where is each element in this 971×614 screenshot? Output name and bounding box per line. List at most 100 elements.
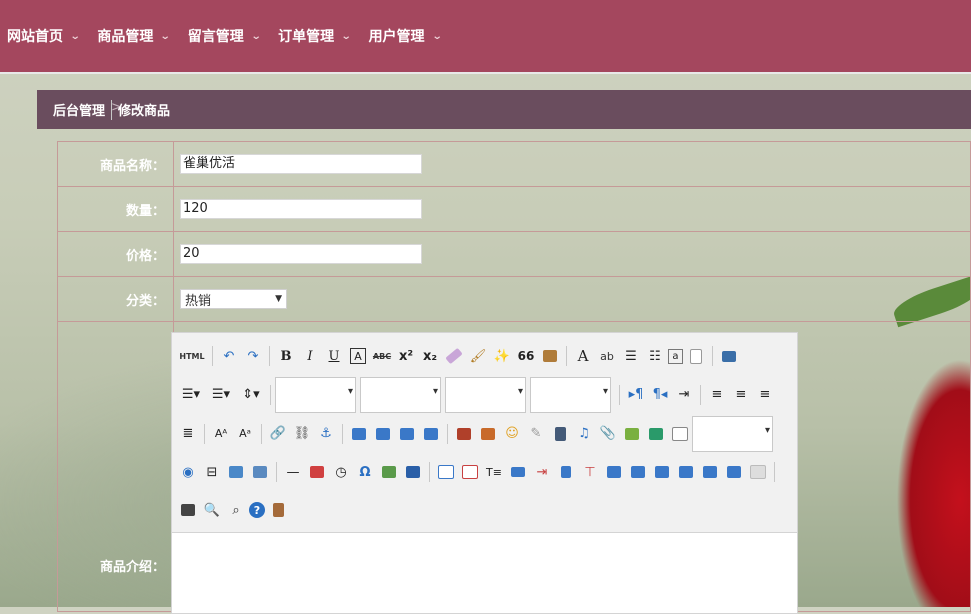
blank-page-icon[interactable] xyxy=(685,346,707,366)
name-input[interactable] xyxy=(180,154,422,174)
text-box-icon[interactable]: a xyxy=(668,348,683,364)
ltr-direction-icon[interactable]: ▸¶ xyxy=(625,385,647,405)
format-painter-icon[interactable]: 🖌 xyxy=(467,346,489,366)
special-chars-button[interactable]: Ω xyxy=(354,462,376,482)
highlight-color-icon[interactable]: ab xyxy=(596,346,618,366)
unordered-list-icon[interactable]: ☷ xyxy=(644,346,666,366)
eraser-icon[interactable] xyxy=(443,346,465,366)
merge-down-icon[interactable] xyxy=(651,462,673,482)
preview-magnifier-icon[interactable]: 🔍 xyxy=(201,500,223,520)
insert-col-icon[interactable] xyxy=(555,462,577,482)
uppercase-icon[interactable]: Aᴬ xyxy=(210,424,232,444)
map-icon[interactable] xyxy=(621,424,643,444)
nav-item-messages[interactable]: 留言管理 ⌄ xyxy=(187,0,262,72)
time-icon[interactable]: ◷ xyxy=(330,462,352,482)
subscript-icon[interactable]: x₂ xyxy=(419,346,441,366)
chart-icon[interactable] xyxy=(747,462,769,482)
word-icon[interactable] xyxy=(402,462,424,482)
image-right-icon[interactable] xyxy=(396,424,418,444)
split-cols-icon[interactable] xyxy=(723,462,745,482)
font-family-select[interactable] xyxy=(445,376,526,413)
code-language-select[interactable] xyxy=(692,415,773,452)
help-icon[interactable]: ? xyxy=(249,502,265,518)
print-icon[interactable] xyxy=(177,500,199,520)
simple-upload-icon[interactable] xyxy=(453,424,475,444)
indent-icon[interactable]: ⇥ xyxy=(673,385,695,405)
wordimage-icon[interactable] xyxy=(378,462,400,482)
chevron-down-icon: ⌄ xyxy=(250,30,262,42)
redo-icon[interactable]: ↷ xyxy=(242,346,264,366)
editor-content-area[interactable] xyxy=(172,533,797,613)
underline-button[interactable]: U xyxy=(323,346,345,366)
line-height-icon[interactable]: ⇕▾ xyxy=(237,385,265,405)
nav-item-users[interactable]: 用户管理 ⌄ xyxy=(369,0,443,72)
delete-row-icon[interactable]: ⇥ xyxy=(531,462,553,482)
nav-item-orders[interactable]: 订单管理 ⌄ xyxy=(278,0,352,72)
horizontal-rule-icon[interactable]: — xyxy=(282,462,304,482)
delete-col-icon[interactable]: ⊤ xyxy=(579,462,601,482)
multi-image-icon[interactable] xyxy=(477,424,499,444)
blockquote-button[interactable]: 66 xyxy=(515,346,537,366)
gmap-icon[interactable] xyxy=(645,424,667,444)
html-source-button[interactable]: HTML xyxy=(177,346,207,366)
strikethrough-icon[interactable]: ABC xyxy=(371,346,393,366)
web-app-icon[interactable]: ◉ xyxy=(177,462,199,482)
bold-button[interactable]: B xyxy=(275,346,297,366)
background-icon[interactable] xyxy=(225,462,247,482)
rtl-direction-icon[interactable]: ¶◂ xyxy=(649,385,671,405)
font-size-select[interactable] xyxy=(530,376,611,413)
ordered-list-icon[interactable]: ☰ xyxy=(620,346,642,366)
row-spacing-top-icon[interactable]: ☰▾ xyxy=(177,385,205,405)
category-cell: 热销 ▼ xyxy=(173,276,971,322)
preview-icon[interactable] xyxy=(718,346,740,366)
align-center-icon[interactable]: ≡ xyxy=(730,385,752,405)
link-icon[interactable]: 🔗 xyxy=(267,424,289,444)
template-icon[interactable] xyxy=(249,462,271,482)
nav-item-home[interactable]: 网站首页 ⌄ xyxy=(0,0,81,72)
nav-item-products[interactable]: 商品管理 ⌄ xyxy=(97,0,171,72)
date-icon[interactable] xyxy=(306,462,328,482)
video-icon[interactable] xyxy=(549,424,571,444)
split-cells-icon[interactable] xyxy=(675,462,697,482)
nav-item-label: 订单管理 xyxy=(278,29,335,45)
search-replace-icon[interactable]: ⌕ xyxy=(225,500,247,520)
row-spacing-bottom-icon[interactable]: ☰▾ xyxy=(207,385,235,405)
scrawl-icon[interactable]: ✎ xyxy=(525,424,547,444)
superscript-icon[interactable]: x² xyxy=(395,346,417,366)
qty-input[interactable] xyxy=(180,199,422,219)
image-none-icon[interactable] xyxy=(348,424,370,444)
lowercase-icon[interactable]: Aᵃ xyxy=(234,424,256,444)
justify-icon[interactable]: ≣ xyxy=(177,424,199,444)
insert-frame-icon[interactable] xyxy=(669,424,691,444)
delete-table-icon[interactable] xyxy=(459,462,481,482)
split-rows-icon[interactable] xyxy=(699,462,721,482)
insert-row-icon[interactable] xyxy=(507,462,529,482)
font-border-icon[interactable]: A xyxy=(350,348,366,364)
category-select[interactable]: 热销 ▼ xyxy=(180,289,287,309)
insert-paragraph-before-table-icon[interactable]: T≡ xyxy=(483,462,505,482)
draft-icon[interactable] xyxy=(267,500,289,520)
anchor-icon[interactable]: ⚓ xyxy=(315,424,337,444)
nav-item-label: 留言管理 xyxy=(187,29,244,45)
font-color-button[interactable]: A xyxy=(572,346,594,366)
unlink-icon[interactable]: ⛓ xyxy=(291,424,313,444)
paste-text-icon[interactable] xyxy=(539,346,561,366)
price-input[interactable] xyxy=(180,244,422,264)
breadcrumb-root[interactable]: 后台管理 xyxy=(53,100,105,119)
italic-button[interactable]: I xyxy=(299,346,321,366)
align-left-icon[interactable]: ≡ xyxy=(706,385,728,405)
attachment-icon[interactable]: 📎 xyxy=(597,424,619,444)
paragraph-format-select[interactable] xyxy=(360,376,441,413)
emotion-icon[interactable]: ☺ xyxy=(501,424,523,444)
undo-icon[interactable]: ↶ xyxy=(218,346,240,366)
page-break-icon[interactable]: ⊟ xyxy=(201,462,223,482)
custom-style-select[interactable] xyxy=(275,376,356,413)
insert-table-icon[interactable] xyxy=(435,462,457,482)
merge-right-icon[interactable] xyxy=(627,462,649,482)
image-left-icon[interactable] xyxy=(372,424,394,444)
music-icon[interactable]: ♫ xyxy=(573,424,595,444)
image-center-icon[interactable] xyxy=(420,424,442,444)
align-right-icon[interactable]: ≡ xyxy=(754,385,776,405)
auto-format-icon[interactable]: ✨ xyxy=(491,346,513,366)
merge-cells-icon[interactable] xyxy=(603,462,625,482)
